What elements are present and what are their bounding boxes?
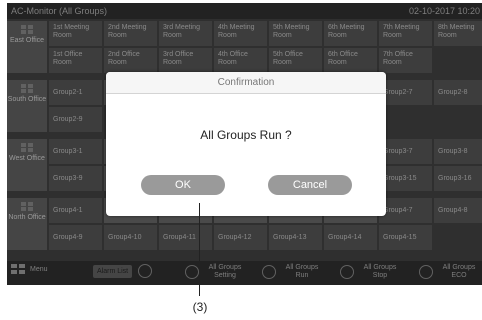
callout-label: (3) <box>192 300 208 314</box>
dialog-title: Confirmation <box>106 72 386 94</box>
confirmation-dialog: Confirmation All Groups Run ? OK Cancel <box>106 72 386 216</box>
callout-leader-line <box>199 203 200 296</box>
ok-button[interactable]: OK <box>141 175 225 195</box>
cancel-button[interactable]: Cancel <box>268 175 352 195</box>
dialog-message: All Groups Run ? <box>200 128 292 142</box>
